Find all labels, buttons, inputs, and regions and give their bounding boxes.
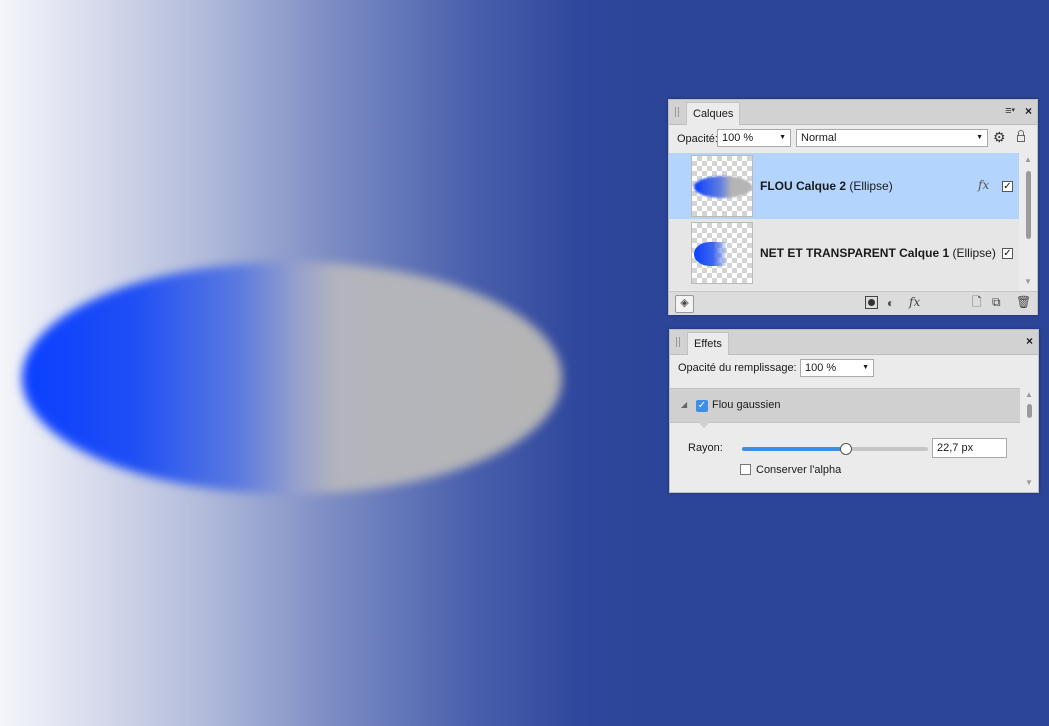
fill-opacity-value: 100 % (805, 362, 837, 374)
effect-pointer (698, 422, 710, 428)
layers-stack-icon[interactable]: ◈ (675, 295, 694, 313)
radius-value: 22,7 px (937, 442, 974, 454)
opacity-row: Opacité: (677, 130, 718, 148)
layer-fx-icon[interactable]: fx (978, 178, 989, 192)
radius-slider[interactable] (742, 443, 928, 455)
blurred-ellipse (22, 262, 562, 494)
preserve-alpha-checkbox[interactable] (740, 464, 751, 475)
effect-enabled-checkbox[interactable]: ✓ (696, 400, 708, 412)
layer-thumbnail (691, 222, 753, 284)
new-layer-icon[interactable]: 🗋 (972, 295, 982, 309)
layers-scrollbar[interactable]: ▲ ▼ (1023, 155, 1033, 289)
scrollbar-thumb[interactable] (1026, 171, 1031, 239)
scroll-down-icon[interactable]: ▼ (1023, 277, 1033, 286)
scrollbar-thumb[interactable] (1027, 404, 1032, 418)
chevron-down-icon: ▼ (779, 134, 786, 141)
layer-row[interactable]: FLOU Calque 2 (Ellipse) fx ✓ (669, 153, 1019, 219)
tab-effects[interactable]: Effets (687, 332, 729, 355)
radius-input[interactable]: 22,7 px (932, 438, 1007, 458)
layer-name: NET ET TRANSPARENT Calque 1 (Ellipse) (760, 246, 996, 260)
chevron-down-icon: ▼ (862, 364, 869, 371)
panel-grip-icon[interactable] (675, 107, 680, 117)
layer-thumbnail (691, 155, 753, 217)
effects-panel: Effets × Opacité du remplissage: 100 % ▼… (669, 329, 1039, 493)
effect-name: Flou gaussien (712, 399, 781, 411)
opacity-label: Opacité: (677, 133, 718, 145)
layers-list: FLOU Calque 2 (Ellipse) fx ✓ NET ET TRAN… (669, 153, 1019, 290)
tab-layers[interactable]: Calques (686, 102, 741, 125)
effects-scrollbar[interactable]: ▲ ▼ (1024, 390, 1034, 490)
radius-slider-knob[interactable] (840, 443, 852, 455)
radius-slider-fill (742, 447, 846, 451)
adjustment-icon[interactable]: ◐ (887, 296, 894, 310)
effects-tab-bar: Effets × (670, 330, 1038, 355)
fill-opacity-dropdown[interactable]: 100 % ▼ (800, 359, 874, 377)
trash-icon[interactable]: 🗑 (1016, 295, 1031, 309)
blend-mode-value: Normal (801, 132, 837, 144)
opacity-dropdown[interactable]: 100 % ▼ (717, 129, 791, 147)
expand-triangle-icon[interactable]: ◢ (681, 400, 687, 409)
layer-visibility-checkbox[interactable]: ✓ (1002, 181, 1013, 192)
close-icon[interactable]: × (1025, 104, 1032, 118)
layers-tab-bar: Calques ≡▾ × (669, 100, 1037, 125)
blend-mode-dropdown[interactable]: Normal ▼ (796, 129, 988, 147)
opacity-value: 100 % (722, 132, 754, 144)
gear-icon[interactable]: ⚙ (993, 129, 1006, 145)
chevron-down-icon: ▼ (976, 134, 983, 141)
close-icon[interactable]: × (1026, 334, 1033, 348)
layers-footer: ◈ ◐ fx 🗋 ⧉ 🗑 (669, 291, 1037, 315)
scroll-up-icon[interactable]: ▲ (1024, 390, 1034, 399)
lock-icon[interactable] (1017, 135, 1025, 142)
layer-visibility-checkbox[interactable]: ✓ (1002, 248, 1013, 259)
scroll-up-icon[interactable]: ▲ (1023, 155, 1033, 164)
layer-name: FLOU Calque 2 (Ellipse) (760, 179, 893, 193)
preserve-alpha-label: Conserver l'alpha (756, 464, 842, 476)
duplicate-layer-icon[interactable]: ⧉ (992, 295, 1001, 309)
panel-menu-icon[interactable]: ≡▾ (1005, 105, 1015, 117)
layer-row[interactable]: NET ET TRANSPARENT Calque 1 (Ellipse) ✓ (669, 220, 1019, 286)
fx-icon[interactable]: fx (909, 295, 920, 309)
effect-header[interactable]: ◢ ✓ Flou gaussien (670, 388, 1020, 423)
fill-opacity-label: Opacité du remplissage: (678, 362, 797, 374)
mask-icon[interactable] (865, 296, 878, 309)
scroll-down-icon[interactable]: ▼ (1024, 478, 1034, 487)
lock-shackle (1018, 130, 1024, 136)
panel-grip-icon[interactable] (676, 337, 681, 347)
layers-panel: Calques ≡▾ × Opacité: 100 % ▼ Normal ▼ ⚙… (668, 99, 1038, 315)
radius-label: Rayon: (688, 442, 723, 454)
